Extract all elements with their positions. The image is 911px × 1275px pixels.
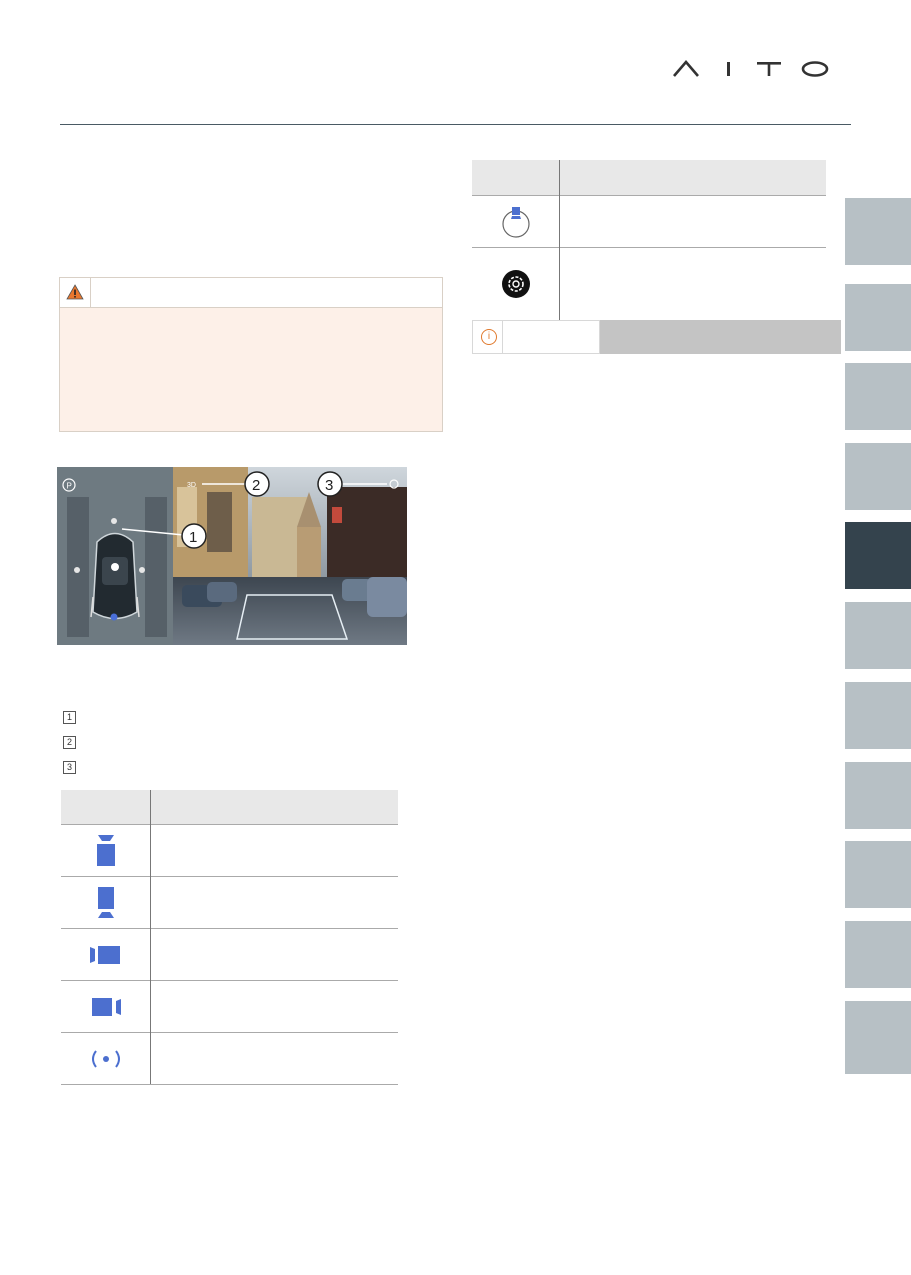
table-row [61,981,398,1033]
camera-view-image: P 1 2 3 3D [57,467,407,645]
camera-icon-table [61,790,398,1085]
svg-text:P: P [67,482,72,491]
chapter-tab-2[interactable] [845,284,911,351]
warning-box [59,277,443,432]
list-item: 1 [63,711,76,724]
list-item: 3 [63,761,76,774]
chapter-tab-7[interactable] [845,682,911,749]
note-row: i [472,320,841,354]
header-rule [60,124,851,125]
right-camera-icon [91,997,121,1016]
left-camera-icon [89,945,120,964]
warning-triangle-icon [66,284,84,300]
chapter-tab-10[interactable] [845,921,911,988]
table-row [61,1033,398,1085]
note-bar [600,320,841,354]
chapter-tab-11[interactable] [845,1001,911,1074]
table-row [472,196,826,248]
callout-1-label: 1 [189,529,197,546]
camera-view-indicator-icon [501,206,530,238]
note-label-cell [503,320,600,354]
rear-camera-icon [97,886,114,918]
warning-header [60,278,442,308]
chapter-tab-9[interactable] [845,841,911,908]
note-icon-cell: i [472,320,503,354]
chapter-tab-5[interactable] [845,522,911,589]
table-row [61,825,398,877]
view-mode-label: 3D [187,482,196,489]
chapter-tab-1[interactable] [845,198,911,265]
display-icon-table [472,160,826,334]
table-row [61,877,398,929]
front-camera-icon [96,834,115,866]
sensor-icon [91,1049,120,1068]
table-header [472,160,826,196]
chapter-tab-8[interactable] [845,762,911,829]
chapter-tab-6[interactable] [845,602,911,669]
chapter-tab-4[interactable] [845,443,911,510]
column-divider [150,790,151,1084]
callout-3-label: 3 [325,477,333,494]
table-header [61,790,398,825]
info-icon: i [481,329,497,345]
column-divider [559,160,560,334]
aito-logo [673,60,829,77]
list-item: 2 [63,736,76,749]
warning-icon-cell [60,278,91,307]
callout-list: 1 2 3 [63,711,76,786]
table-row [61,929,398,981]
chapter-tab-3[interactable] [845,363,911,430]
camera-view-screenshot: P 1 2 3 3D [57,467,407,645]
callout-2-label: 2 [252,477,260,494]
settings-icon [501,270,530,298]
table-row [472,248,826,322]
